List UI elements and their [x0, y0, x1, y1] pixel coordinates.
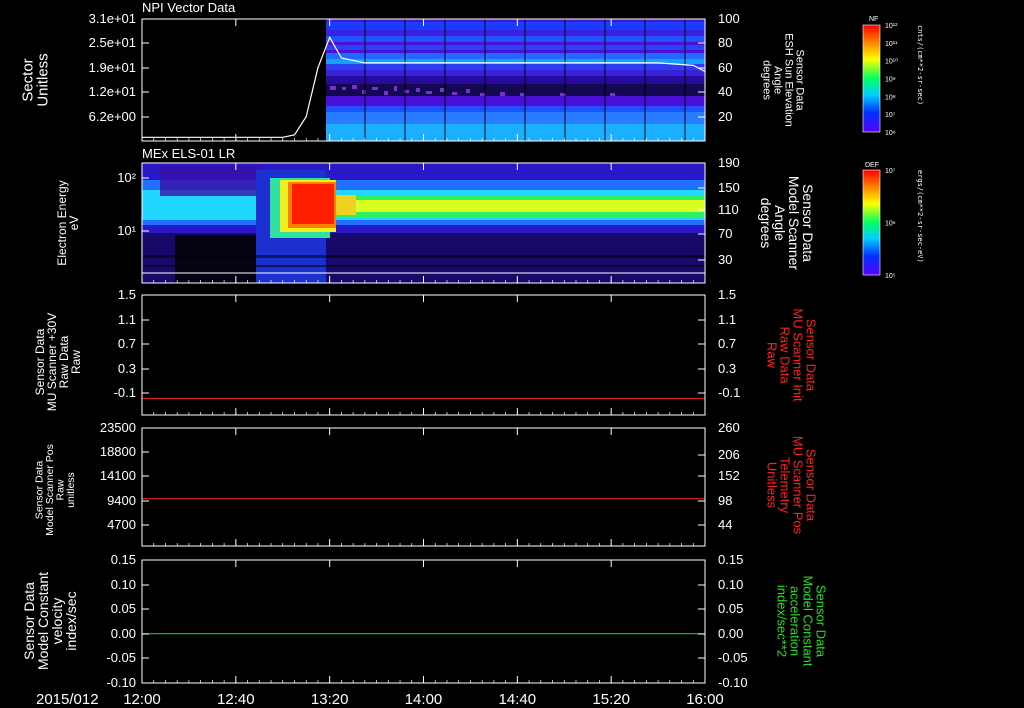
left-tick-label: 0.05 — [111, 601, 136, 616]
colorbar-units: ergs/(cm**2-sr-sec-eV) — [916, 170, 924, 263]
time-tick-label: 12:40 — [217, 691, 255, 708]
colorbar-label: NF — [869, 16, 878, 23]
left-tick-label: 10² — [117, 170, 136, 185]
colorbar-def: DEF 10⁷ 10⁶ 10⁵ ergs/(cm**2-sr-sec-eV) — [862, 162, 924, 280]
time-tick-label: 14:00 — [405, 691, 443, 708]
panel-mex-els: MEx ELS-01 LR 10² 10¹ 190 150 110 70 30 — [117, 146, 740, 284]
right-tick-label: -0.1 — [718, 385, 740, 400]
colorbar-nf: NF 10¹² 10¹¹ 10¹⁰ 10⁹ 10⁸ 10⁷ 10⁶ cnts/(cm**2-… — [862, 16, 924, 137]
left-tick-label: 0.00 — [111, 626, 136, 641]
right-tick-label: 100 — [718, 11, 740, 26]
left-tick-label: 1.5 — [118, 287, 136, 302]
colorbar-tick-label: 10¹⁰ — [885, 58, 898, 66]
right-tick-label: 0.3 — [718, 361, 736, 376]
els-spectrogram — [142, 163, 705, 283]
left-tick-label: -0.10 — [106, 675, 136, 690]
right-tick-label: 20 — [718, 109, 732, 124]
left-tick-label: 2.5e+01 — [89, 35, 136, 50]
left-axis-label: unitless — [65, 472, 77, 508]
right-tick-label: 0.05 — [718, 601, 743, 616]
colorbar-tick-label: 10¹¹ — [885, 41, 898, 48]
right-tick-label: 30 — [718, 252, 732, 267]
time-tick-label: 12:00 — [123, 691, 161, 708]
time-tick-label: 16:00 — [686, 691, 724, 708]
right-tick-label: 1.5 — [718, 287, 736, 302]
right-tick-label: 0.00 — [718, 626, 743, 641]
right-axis-label: degrees — [758, 198, 774, 249]
plot-canvas: NPI Vector Data 3.1e+012.5e+011.9e+011.2… — [20, 0, 925, 708]
colorbar-tick-label: 10⁹ — [885, 77, 896, 84]
left-tick-label: 4700 — [107, 517, 136, 532]
right-tick-label: 40 — [718, 84, 732, 99]
left-tick-label: 3.1e+01 — [89, 11, 136, 26]
left-tick-label: 10¹ — [117, 223, 136, 238]
right-tick-label: 206 — [718, 447, 740, 462]
colorbar-units: cnts/(cm**2-sr-sec) — [916, 25, 924, 105]
left-tick-label: 0.10 — [111, 577, 136, 592]
left-tick-label: 1.2e+01 — [89, 84, 136, 99]
left-tick-label: 9400 — [107, 493, 136, 508]
left-tick-label: 6.2e+00 — [89, 109, 136, 124]
right-tick-label: -0.05 — [718, 650, 748, 665]
left-axis-label: eV — [67, 216, 81, 231]
right-tick-label: 70 — [718, 226, 732, 241]
right-axis-label: index/sec**2 — [775, 585, 790, 657]
left-tick-label: 18800 — [100, 444, 136, 459]
panel-scanner-pos: 23500 18800 14100 9400 4700 260 206 152 98 44 — [100, 420, 740, 547]
left-tick-label: 1.9e+01 — [89, 60, 136, 75]
panel-constant-velocity: 0.15 0.10 0.05 0.00 -0.05 -0.10 0.15 0.10 0.05 0.… — [106, 552, 747, 690]
panel-title: NPI Vector Data — [142, 0, 236, 15]
right-tick-label: 0.10 — [718, 577, 743, 592]
right-tick-label: 0.7 — [718, 336, 736, 351]
time-tick-label: 15:20 — [592, 691, 630, 708]
left-tick-label: 0.3 — [118, 361, 136, 376]
colorbar-label: DEF — [865, 162, 879, 169]
right-tick-label: -0.10 — [718, 675, 748, 690]
right-tick-label: 152 — [718, 468, 740, 483]
left-tick-label: 0.15 — [111, 552, 136, 567]
right-axis-label: degrees — [761, 60, 773, 100]
left-tick-label: -0.05 — [106, 650, 136, 665]
right-tick-label: 44 — [718, 517, 732, 532]
panel-frame — [141, 294, 706, 416]
colorbar-tick-label: 10⁶ — [885, 221, 896, 228]
right-tick-label: 80 — [718, 35, 732, 50]
npi-heatmap — [326, 19, 705, 141]
left-tick-label: 14100 — [100, 468, 136, 483]
colorbar-tick-label: 10⁶ — [885, 130, 896, 137]
time-axis: 2015/012 12:00 12:40 13:20 14:00 14:40 15:20 1… — [36, 691, 724, 708]
time-tick-label: 13:20 — [311, 691, 349, 708]
right-tick-label: 260 — [718, 420, 740, 435]
right-tick-label: 60 — [718, 60, 732, 75]
colorbar-tick-label: 10⁷ — [885, 112, 896, 119]
time-tick-label: 14:40 — [499, 691, 537, 708]
right-axis-label: Raw — [765, 342, 780, 369]
right-axis-label: Unitless — [765, 462, 780, 509]
left-tick-label: 0.7 — [118, 336, 136, 351]
colorbar-tick-label: 10⁸ — [885, 94, 896, 101]
panel-mu-scanner-30v: 1.5 1.1 0.7 0.3 -0.1 1.5 1.1 0.7 0.3 -0.1 — [114, 287, 740, 416]
right-tick-label: 190 — [718, 155, 740, 170]
panel-frame — [141, 559, 706, 684]
left-tick-label: 23500 — [100, 420, 136, 435]
date-label: 2015/012 — [36, 691, 99, 708]
right-tick-label: 98 — [718, 493, 732, 508]
right-tick-label: 110 — [718, 202, 739, 217]
left-tick-label: -0.1 — [114, 385, 136, 400]
right-tick-label: 1.1 — [718, 312, 736, 327]
colorbar-tick-label: 10⁷ — [885, 168, 896, 175]
panel-npi-vector-data: NPI Vector Data 3.1e+012.5e+011.9e+011.2… — [89, 0, 740, 142]
left-axis-label: index/sec — [63, 591, 79, 650]
left-tick-label: 1.1 — [118, 312, 136, 327]
panel-frame — [141, 427, 706, 547]
left-axis-label: Unitless — [35, 53, 52, 106]
colorbar-tick-label: 10⁵ — [885, 273, 896, 280]
left-axis-label: Raw — [69, 350, 83, 374]
panel-title: MEx ELS-01 LR — [142, 146, 235, 161]
right-tick-label: 150 — [718, 180, 740, 195]
right-tick-label: 0.15 — [718, 552, 743, 567]
colorbar-tick-label: 10¹² — [885, 23, 898, 30]
